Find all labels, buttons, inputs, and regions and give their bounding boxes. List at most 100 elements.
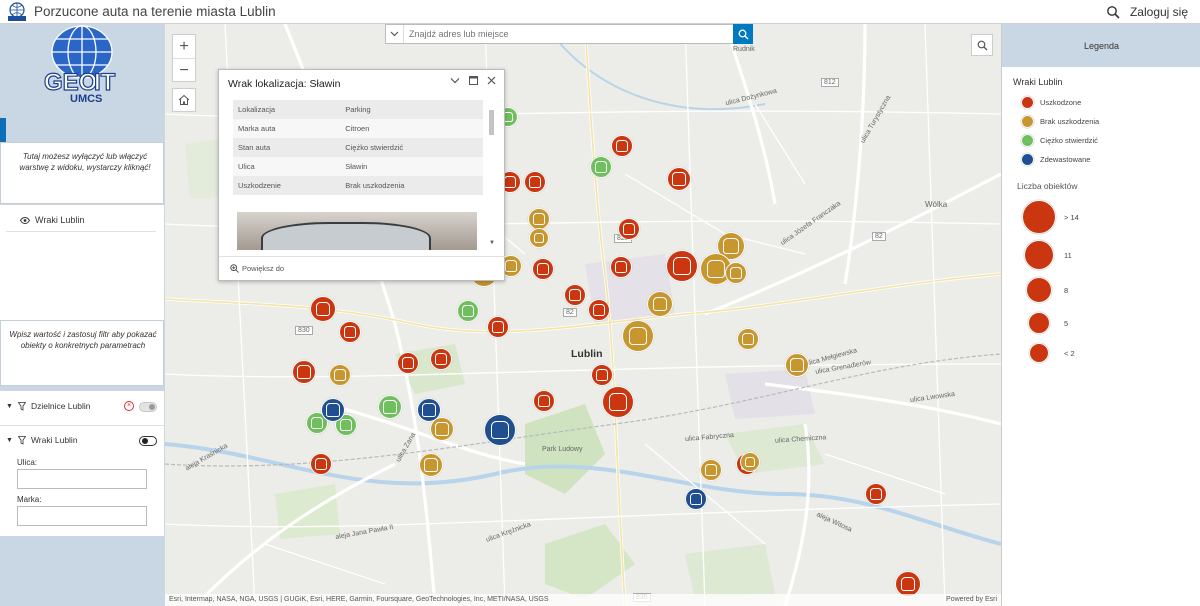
legend-label: Zdewastowane	[1040, 155, 1091, 164]
car-wreck-marker-ciezko-stwierdzic[interactable]	[378, 395, 402, 419]
search-button[interactable]	[733, 24, 753, 44]
car-wreck-marker-ciezko-stwierdzic[interactable]	[590, 156, 612, 178]
legend-size-label: > 14	[1064, 212, 1079, 222]
car-icon	[311, 417, 323, 429]
login-link[interactable]: Zaloguj się	[1130, 5, 1188, 19]
collapse-icon[interactable]	[450, 76, 460, 88]
size-circle-icon	[1029, 343, 1049, 363]
search-input[interactable]	[404, 26, 733, 42]
car-wreck-marker-brak-uszkodzenia[interactable]	[647, 291, 673, 317]
car-wreck-marker-uszkodzone[interactable]	[533, 390, 555, 412]
car-wreck-marker-brak-uszkodzenia[interactable]	[740, 452, 760, 472]
map-view[interactable]: Lublin Rudnik Wólka Park Ludowy 830 812 …	[165, 24, 1001, 606]
car-wreck-marker-uszkodzone[interactable]	[339, 321, 361, 343]
car-icon	[870, 488, 882, 500]
scroll-down-icon[interactable]: ▼	[489, 240, 495, 246]
car-wreck-marker-uszkodzone[interactable]	[618, 218, 640, 240]
chevron-down-icon[interactable]: ▼	[6, 437, 13, 444]
car-icon	[533, 213, 545, 225]
car-wreck-marker-brak-uszkodzenia[interactable]	[725, 262, 747, 284]
car-wreck-marker-uszkodzone[interactable]	[532, 258, 554, 280]
car-wreck-marker-brak-uszkodzenia[interactable]	[700, 459, 722, 481]
ulica-input[interactable]	[17, 469, 147, 489]
app-title: Porzucone auta na terenie miasta Lublin	[34, 4, 276, 19]
car-icon	[344, 326, 356, 338]
car-wreck-marker-brak-uszkodzenia[interactable]	[622, 320, 654, 352]
car-wreck-marker-uszkodzone[interactable]	[397, 352, 419, 374]
car-wreck-marker-uszkodzone[interactable]	[865, 483, 887, 505]
filter-toggle-dzielnice[interactable]	[139, 402, 157, 412]
car-icon	[297, 365, 311, 379]
dock-icon[interactable]	[469, 76, 478, 88]
ulica-label: Ulica:	[17, 458, 38, 467]
car-wreck-marker-uszkodzone[interactable]	[611, 135, 633, 157]
car-wreck-marker-ciezko-stwierdzic[interactable]	[457, 300, 479, 322]
car-icon	[629, 327, 647, 345]
clear-filter-icon[interactable]: ×	[124, 401, 134, 411]
car-wreck-marker-zdewastowane[interactable]	[417, 398, 441, 422]
car-wreck-marker-uszkodzone[interactable]	[310, 296, 336, 322]
geoit-logo: GEO IT UMCS	[0, 24, 164, 116]
car-wreck-marker-uszkodzone[interactable]	[666, 250, 698, 282]
car-icon	[402, 357, 414, 369]
attr-key: Uszkodzenie	[233, 176, 341, 195]
filter-row-dzielnice[interactable]: ▼ Dzielnice Lublin	[6, 401, 90, 411]
filter-label: Wraki Lublin	[30, 435, 78, 445]
car-icon	[723, 238, 739, 254]
car-wreck-marker-zdewastowane[interactable]	[685, 488, 707, 510]
car-wreck-marker-brak-uszkodzenia[interactable]	[785, 353, 809, 377]
attr-key: Stan auta	[233, 138, 341, 157]
attr-key: Lokalizacja	[233, 100, 341, 119]
popup-scrollbar[interactable]	[489, 110, 494, 135]
car-wreck-marker-uszkodzone[interactable]	[310, 453, 332, 475]
car-wreck-marker-uszkodzone[interactable]	[524, 171, 546, 193]
car-wreck-marker-uszkodzone[interactable]	[610, 256, 632, 278]
attribution-text: Esri, Intermap, NASA, NGA, USGS | GUGiK,…	[169, 596, 549, 603]
marka-label: Marka:	[17, 495, 42, 504]
home-button[interactable]	[172, 88, 196, 112]
car-wreck-marker-brak-uszkodzenia[interactable]	[329, 364, 351, 386]
car-wreck-marker-brak-uszkodzenia[interactable]	[529, 228, 549, 248]
layer-item-wraki[interactable]: Wraki Lublin	[20, 215, 84, 225]
car-icon	[340, 419, 352, 431]
filter-row-wraki[interactable]: ▼ Wraki Lublin	[6, 435, 78, 445]
marka-input[interactable]	[17, 506, 147, 526]
size-circle-icon	[1028, 312, 1050, 334]
search-icon	[977, 40, 987, 50]
car-wreck-marker-brak-uszkodzenia[interactable]	[737, 328, 759, 350]
zoom-to-label: Powiększ do	[242, 264, 285, 273]
legend-label: Brak uszkodzenia	[1040, 117, 1100, 126]
zoom-in-button[interactable]: +	[173, 35, 195, 59]
car-wreck-marker-uszkodzone[interactable]	[602, 386, 634, 418]
filter-hint: Wpisz wartość i zastosuj filtr aby pokaz…	[0, 320, 164, 386]
search-icon[interactable]	[1106, 5, 1120, 19]
car-wreck-marker-uszkodzone[interactable]	[430, 348, 452, 370]
chevron-down-icon[interactable]	[386, 25, 404, 43]
road-shield: 830	[295, 326, 313, 335]
car-wreck-marker-uszkodzone[interactable]	[591, 364, 613, 386]
map-search-button[interactable]	[971, 34, 993, 56]
filter-toggle-wraki[interactable]	[139, 436, 157, 446]
car-wreck-marker-uszkodzone[interactable]	[292, 360, 316, 384]
car-icon	[569, 289, 581, 301]
car-wreck-marker-zdewastowane[interactable]	[484, 414, 516, 446]
filter-label: Dzielnice Lublin	[30, 401, 91, 411]
car-wreck-marker-uszkodzone[interactable]	[588, 299, 610, 321]
attr-value: Brak uszkodzenia	[340, 176, 483, 195]
powered-by[interactable]: Powered by Esri	[946, 594, 997, 606]
car-icon	[435, 353, 447, 365]
car-wreck-marker-brak-uszkodzenia[interactable]	[419, 453, 443, 477]
map-place-label: Rudnik	[733, 46, 755, 53]
car-wreck-marker-zdewastowane[interactable]	[321, 398, 345, 422]
close-icon[interactable]	[487, 76, 496, 88]
attr-value: Citroen	[340, 119, 483, 138]
chevron-down-icon[interactable]: ▼	[6, 403, 13, 410]
car-wreck-marker-brak-uszkodzenia[interactable]	[528, 208, 550, 230]
car-wreck-marker-uszkodzone[interactable]	[564, 284, 586, 306]
zoom-to-button[interactable]: Powiększ do	[230, 264, 284, 273]
car-icon	[595, 161, 607, 173]
car-wreck-marker-uszkodzone[interactable]	[487, 316, 509, 338]
attr-key: Ulica	[233, 157, 341, 176]
zoom-out-button[interactable]: −	[173, 59, 195, 83]
car-wreck-marker-uszkodzone[interactable]	[667, 167, 691, 191]
